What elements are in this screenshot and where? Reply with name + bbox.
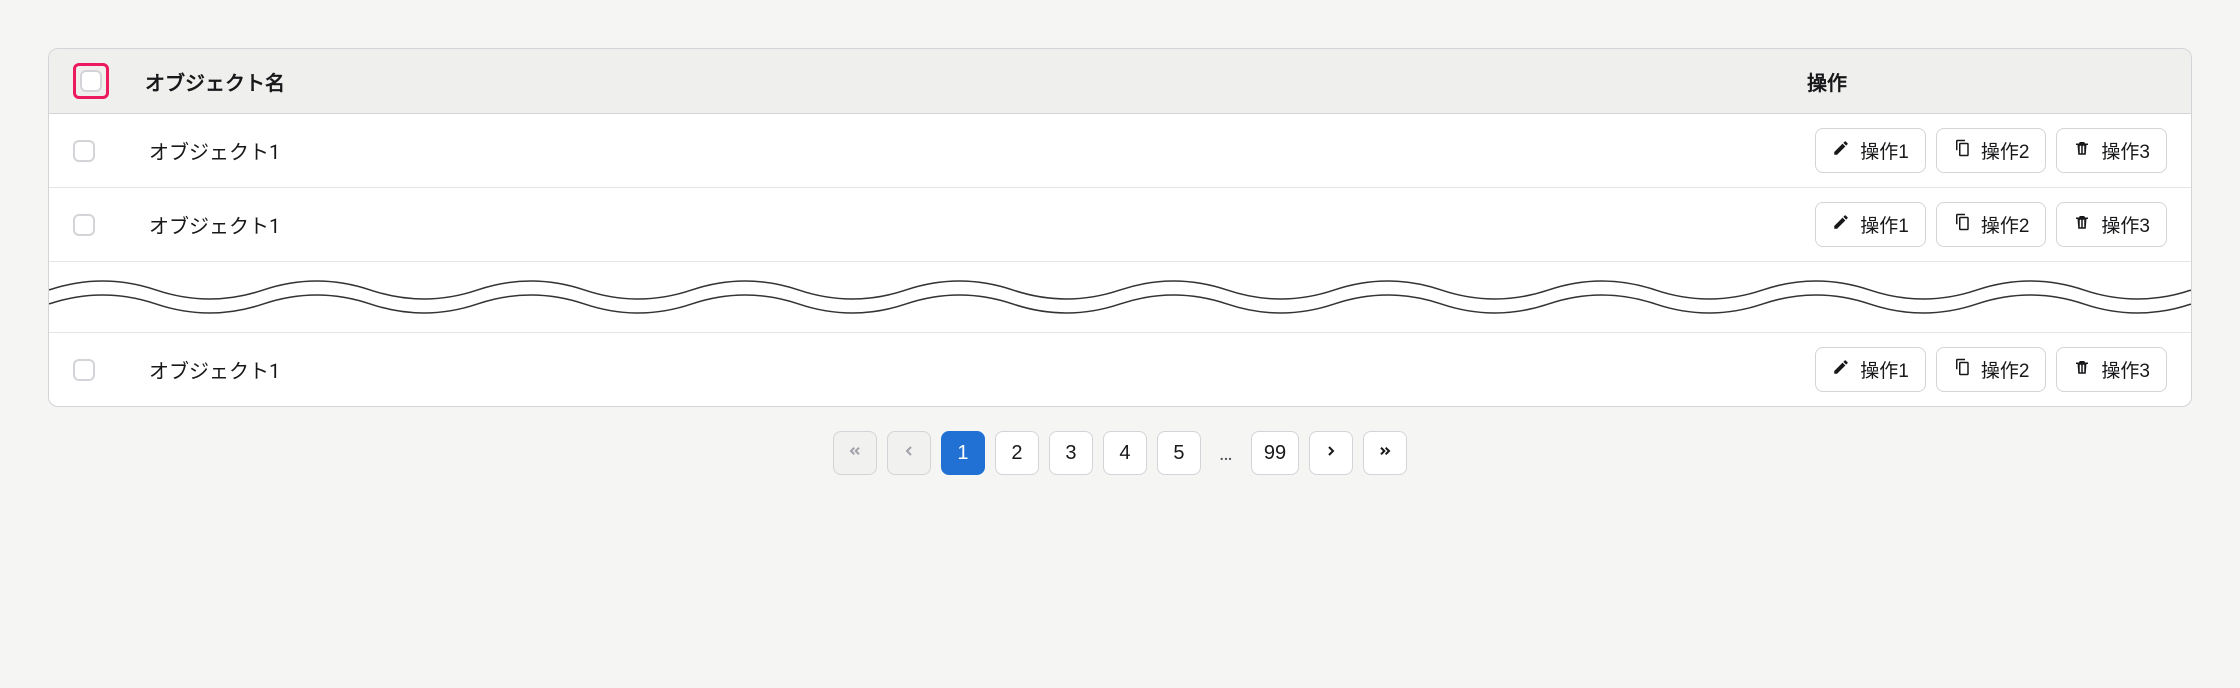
row-checkbox[interactable] (73, 359, 95, 381)
action1-label: 操作1 (1860, 137, 1909, 164)
header-checkbox-cell (73, 63, 109, 99)
row-actions: 操作1 操作2 操作3 (1815, 202, 2167, 247)
page-number-button[interactable]: 99 (1251, 431, 1299, 475)
column-header-actions: 操作 (1807, 67, 2167, 96)
action1-label: 操作1 (1860, 356, 1909, 383)
page-number-button[interactable]: 3 (1049, 431, 1093, 475)
table-row: オブジェクト1 操作1 操作2 操作3 (49, 333, 2191, 406)
page-number-button[interactable]: 2 (995, 431, 1039, 475)
row-checkbox-cell (73, 359, 113, 381)
action3-button[interactable]: 操作3 (2056, 128, 2167, 173)
row-checkbox[interactable] (73, 214, 95, 236)
page-number-button[interactable]: 1 (941, 431, 985, 475)
object-table: オブジェクト名 操作 オブジェクト1 操作1 操作2 操作3 (48, 48, 2192, 407)
action1-button[interactable]: 操作1 (1815, 128, 1926, 173)
table-row: オブジェクト1 操作1 操作2 操作3 (49, 114, 2191, 188)
pagination: 1 2 3 4 5 … 99 (48, 431, 2192, 475)
copy-icon (1953, 139, 1971, 163)
action1-label: 操作1 (1860, 211, 1909, 238)
page-next-button[interactable] (1309, 431, 1353, 475)
action2-button[interactable]: 操作2 (1936, 128, 2047, 173)
action3-label: 操作3 (2101, 137, 2150, 164)
page-last-button[interactable] (1363, 431, 1407, 475)
chevron-right-icon (1323, 442, 1339, 465)
row-checkbox-cell (73, 140, 113, 162)
page-number-button[interactable]: 5 (1157, 431, 1201, 475)
action2-label: 操作2 (1981, 211, 2030, 238)
action2-label: 操作2 (1981, 137, 2030, 164)
action1-button[interactable]: 操作1 (1815, 202, 1926, 247)
chevron-left-icon (901, 442, 917, 465)
row-checkbox[interactable] (73, 140, 95, 162)
table-header-row: オブジェクト名 操作 (49, 49, 2191, 114)
action3-label: 操作3 (2101, 356, 2150, 383)
action2-button[interactable]: 操作2 (1936, 202, 2047, 247)
copy-icon (1953, 213, 1971, 237)
trash-icon (2073, 358, 2091, 382)
chevron-double-left-icon (847, 442, 863, 465)
action3-label: 操作3 (2101, 211, 2150, 238)
select-all-checkbox[interactable] (80, 70, 102, 92)
action3-button[interactable]: 操作3 (2056, 202, 2167, 247)
copy-icon (1953, 358, 1971, 382)
pencil-icon (1832, 139, 1850, 163)
chevron-double-right-icon (1377, 442, 1393, 465)
action2-label: 操作2 (1981, 356, 2030, 383)
action3-button[interactable]: 操作3 (2056, 347, 2167, 392)
rows-omitted-indicator (49, 262, 2191, 333)
trash-icon (2073, 139, 2091, 163)
trash-icon (2073, 213, 2091, 237)
table-row: オブジェクト1 操作1 操作2 操作3 (49, 188, 2191, 262)
row-name: オブジェクト1 (149, 136, 1779, 165)
page-prev-button[interactable] (887, 431, 931, 475)
pencil-icon (1832, 358, 1850, 382)
row-name: オブジェクト1 (149, 355, 1779, 384)
page-first-button[interactable] (833, 431, 877, 475)
action1-button[interactable]: 操作1 (1815, 347, 1926, 392)
page-ellipsis: … (1211, 441, 1241, 465)
row-checkbox-cell (73, 214, 113, 236)
column-header-name: オブジェクト名 (145, 67, 1771, 96)
row-actions: 操作1 操作2 操作3 (1815, 347, 2167, 392)
row-name: オブジェクト1 (149, 210, 1779, 239)
action2-button[interactable]: 操作2 (1936, 347, 2047, 392)
row-actions: 操作1 操作2 操作3 (1815, 128, 2167, 173)
pencil-icon (1832, 213, 1850, 237)
page-number-button[interactable]: 4 (1103, 431, 1147, 475)
select-all-highlight (73, 63, 109, 99)
